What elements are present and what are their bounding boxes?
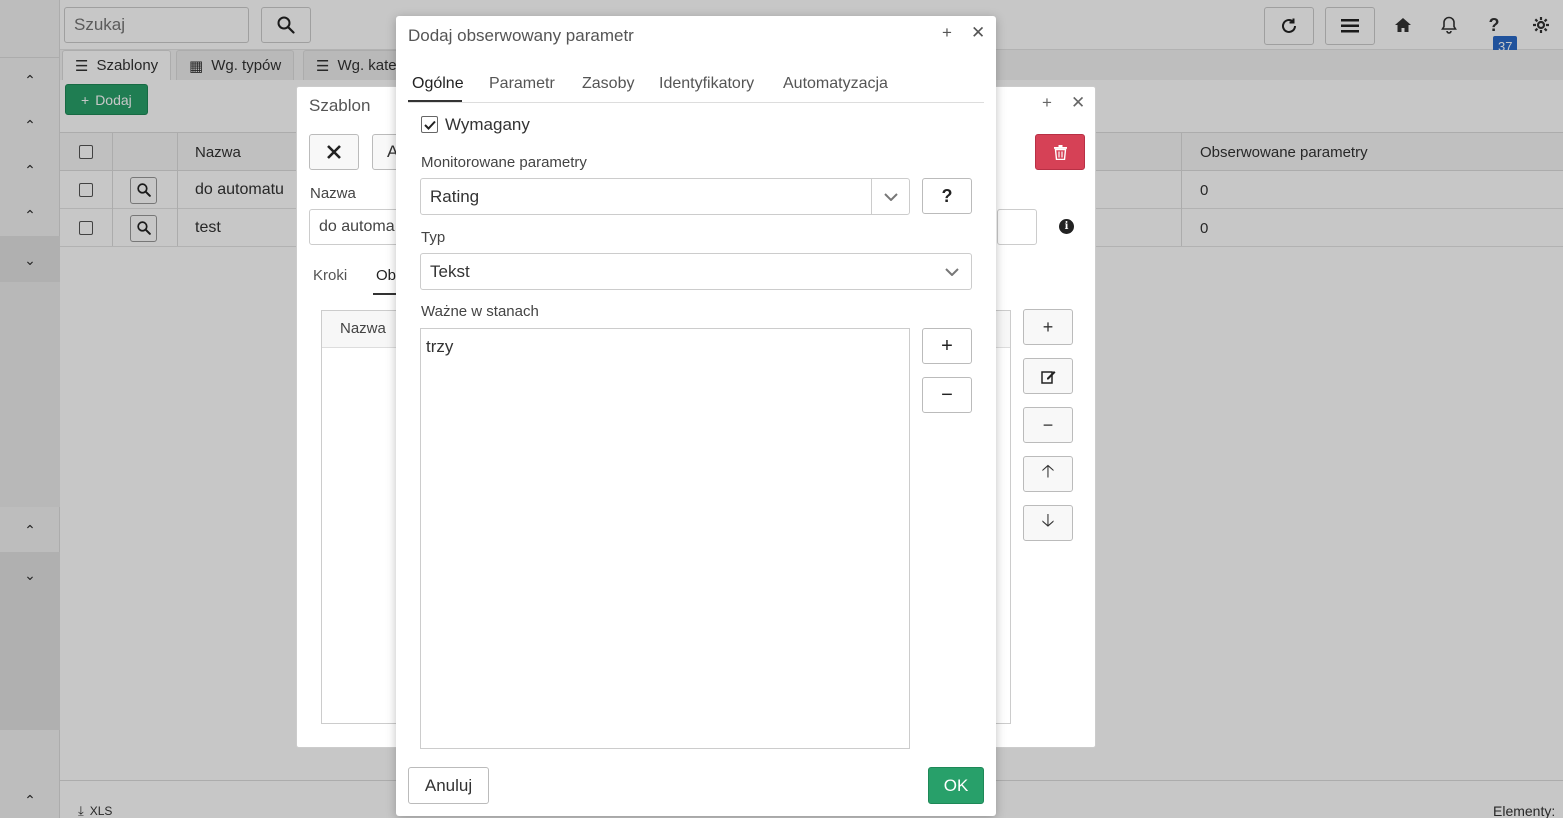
template-field-input[interactable] <box>997 209 1037 245</box>
maximize-button[interactable]: + <box>1042 93 1052 113</box>
required-checkbox[interactable] <box>421 116 438 133</box>
type-value: Tekst <box>430 261 470 281</box>
add-observed-parameter-dialog: Dodaj obserwowany parametr + ✕ Ogólne Pa… <box>396 16 996 816</box>
plus-icon: + <box>1042 316 1054 337</box>
tab-automation[interactable]: Automatyzacja <box>783 75 888 93</box>
type-label: Typ <box>421 229 446 246</box>
close-icon: ✕ <box>971 23 986 42</box>
dialog-title: Dodaj obserwowany parametr <box>408 26 634 45</box>
panel-header-name: Nazwa <box>340 320 386 337</box>
remove-row-button[interactable]: − <box>1023 407 1073 443</box>
checkmark-icon <box>423 120 436 130</box>
arrow-up-icon: 🡡 <box>1041 461 1055 481</box>
dropdown-toggle[interactable] <box>933 254 971 289</box>
required-label: Wymagany <box>445 115 530 134</box>
arrow-down-icon: 🡣 <box>1041 510 1055 530</box>
move-down-button[interactable]: 🡣 <box>1023 505 1073 541</box>
question-icon: ? <box>941 185 953 206</box>
close-icon <box>327 145 341 159</box>
list-item[interactable]: trzy <box>426 337 453 357</box>
tab-general[interactable]: Ogólne <box>412 75 464 93</box>
cancel-x-button[interactable] <box>309 134 359 170</box>
edit-icon <box>1040 370 1055 384</box>
template-dialog-title: Szablon <box>309 96 371 115</box>
monitored-params-value: Rating <box>430 186 480 206</box>
edit-row-button[interactable] <box>1023 358 1073 394</box>
tab-observed[interactable]: Ob <box>376 267 396 284</box>
minus-icon: − <box>941 383 953 406</box>
info-icon[interactable]: i <box>1059 219 1074 234</box>
delete-button[interactable] <box>1035 134 1085 170</box>
ok-button[interactable]: OK <box>928 767 984 804</box>
plus-icon: + <box>941 334 953 357</box>
tab-underline <box>373 293 397 295</box>
parameter-help-button[interactable]: ? <box>922 178 972 214</box>
cancel-button[interactable]: Anuluj <box>408 767 489 804</box>
states-label: Ważne w stanach <box>421 303 539 320</box>
dialog-tabs: Ogólne Parametr Zasoby Identyfikatory Au… <box>408 66 984 103</box>
chevron-down-icon <box>883 192 898 201</box>
tab-parameter[interactable]: Parametr <box>489 75 555 93</box>
dropdown-toggle[interactable] <box>871 179 909 214</box>
close-button[interactable]: ✕ <box>1071 93 1085 113</box>
maximize-button[interactable]: + <box>942 23 952 43</box>
minus-icon: − <box>1042 414 1054 435</box>
active-tab-underline <box>408 100 462 102</box>
trash-icon <box>1053 144 1067 160</box>
states-listbox[interactable]: trzy <box>420 328 910 749</box>
tab-resources[interactable]: Zasoby <box>582 75 634 93</box>
chevron-down-icon <box>945 267 959 276</box>
monitored-params-label: Monitorowane parametry <box>421 154 587 171</box>
add-state-button[interactable]: + <box>922 328 972 364</box>
plus-icon: + <box>942 23 952 42</box>
monitored-params-select[interactable]: Rating <box>420 178 910 215</box>
close-icon: ✕ <box>1071 93 1086 112</box>
name-label: Nazwa <box>310 185 356 202</box>
remove-state-button[interactable]: − <box>922 377 972 413</box>
add-row-button[interactable]: + <box>1023 309 1073 345</box>
name-input[interactable]: do automa <box>309 209 399 245</box>
close-button[interactable]: ✕ <box>971 23 985 43</box>
tab-identifiers[interactable]: Identyfikatory <box>659 75 754 93</box>
plus-icon: + <box>1042 93 1052 112</box>
move-up-button[interactable]: 🡡 <box>1023 456 1073 492</box>
tab-kroki[interactable]: Kroki <box>313 267 347 284</box>
type-select[interactable]: Tekst <box>420 253 972 290</box>
